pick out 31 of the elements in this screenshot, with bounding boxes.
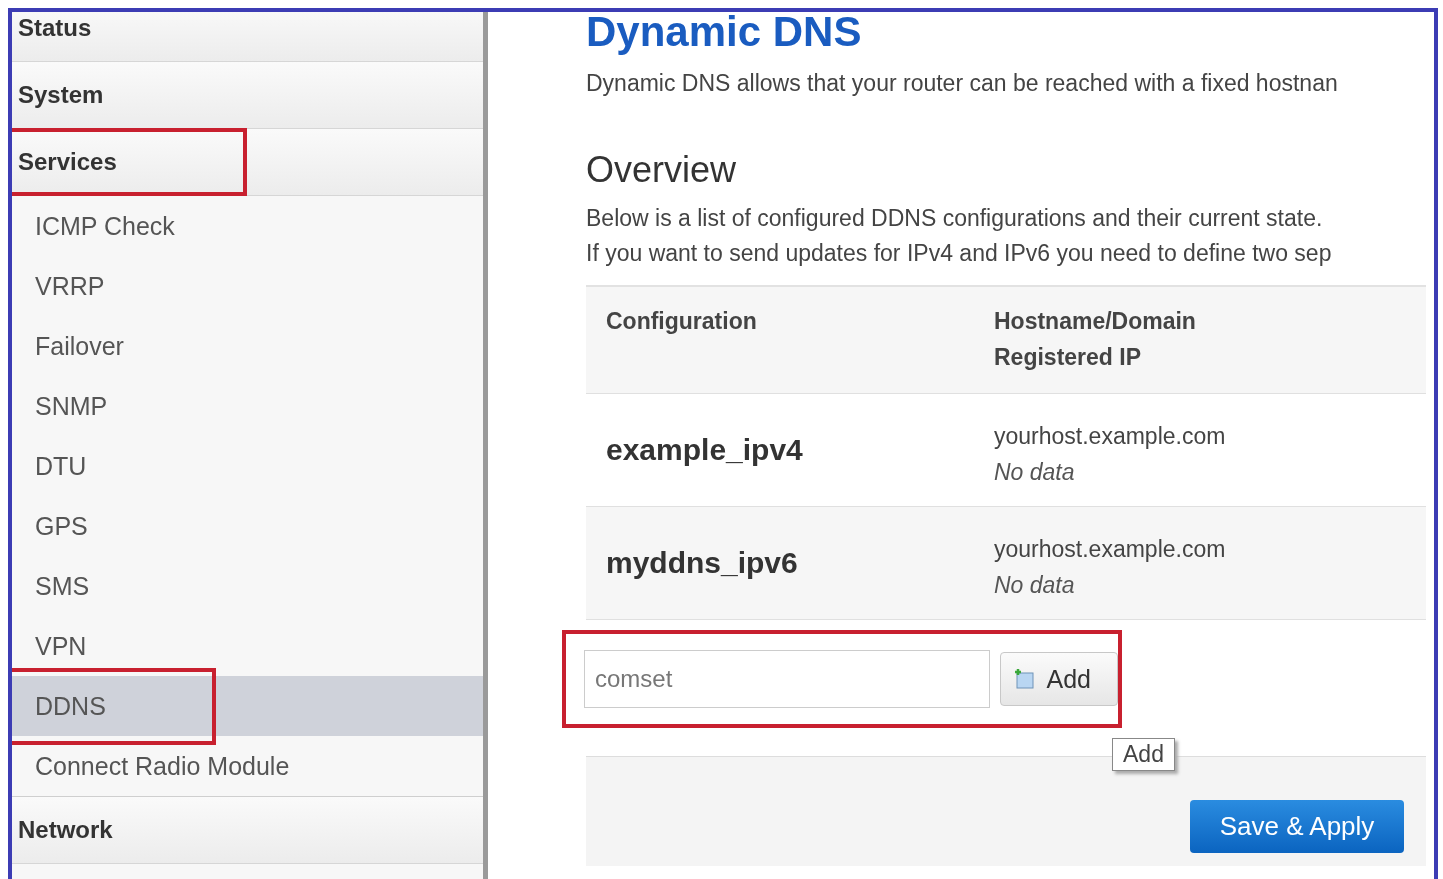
menu-item[interactable]: GPS (12, 501, 111, 551)
hostname-text: yourhost.example.com (994, 422, 1226, 451)
menu-item[interactable]: VRRP (12, 261, 128, 311)
menu-item[interactable]: VPN (12, 621, 110, 671)
page-title: Dynamic DNS (586, 12, 863, 56)
hostname-text: yourhost.example.com (994, 535, 1226, 564)
menu-item[interactable]: Failover (12, 321, 147, 371)
column-header: Hostname/Domain (994, 307, 1196, 336)
column-header: Registered IP (994, 343, 1142, 372)
config-name: example_ipv4 (606, 433, 803, 467)
menu-section[interactable]: Status (12, 12, 98, 46)
registered-ip-text: No data (994, 458, 1076, 487)
menu-item[interactable]: ICMP Check (12, 201, 198, 251)
menu-item[interactable]: SMS (12, 561, 113, 611)
menu-section[interactable]: System (12, 77, 110, 113)
registered-ip-text: No data (994, 571, 1076, 600)
tooltip: Add (1112, 738, 1175, 771)
menu-section[interactable]: Network (12, 812, 119, 848)
menu-item[interactable]: Connect Radio Module (12, 741, 313, 791)
column-header: Configuration (606, 307, 757, 336)
new-document-icon (1012, 668, 1035, 690)
menu-item[interactable]: SNMP (12, 381, 131, 431)
page-description: Dynamic DNS allows that your router can be reached with a fixed hostnan (586, 70, 1339, 97)
name-input-field[interactable]: comset (584, 650, 990, 708)
config-name: myddns_ipv6 (606, 546, 798, 580)
save-apply-button[interactable]: Save & Apply (1190, 800, 1404, 853)
description-line: If you want to send updates for IPv4 and IPv6 you need to define two sep (586, 240, 1333, 267)
section-title: Overview (586, 149, 738, 191)
menu-item[interactable]: DTU (12, 441, 110, 491)
add-button[interactable]: Add (999, 652, 1118, 706)
description-line: Below is a list of configured DDNS configurations and their current state. (586, 205, 1324, 232)
